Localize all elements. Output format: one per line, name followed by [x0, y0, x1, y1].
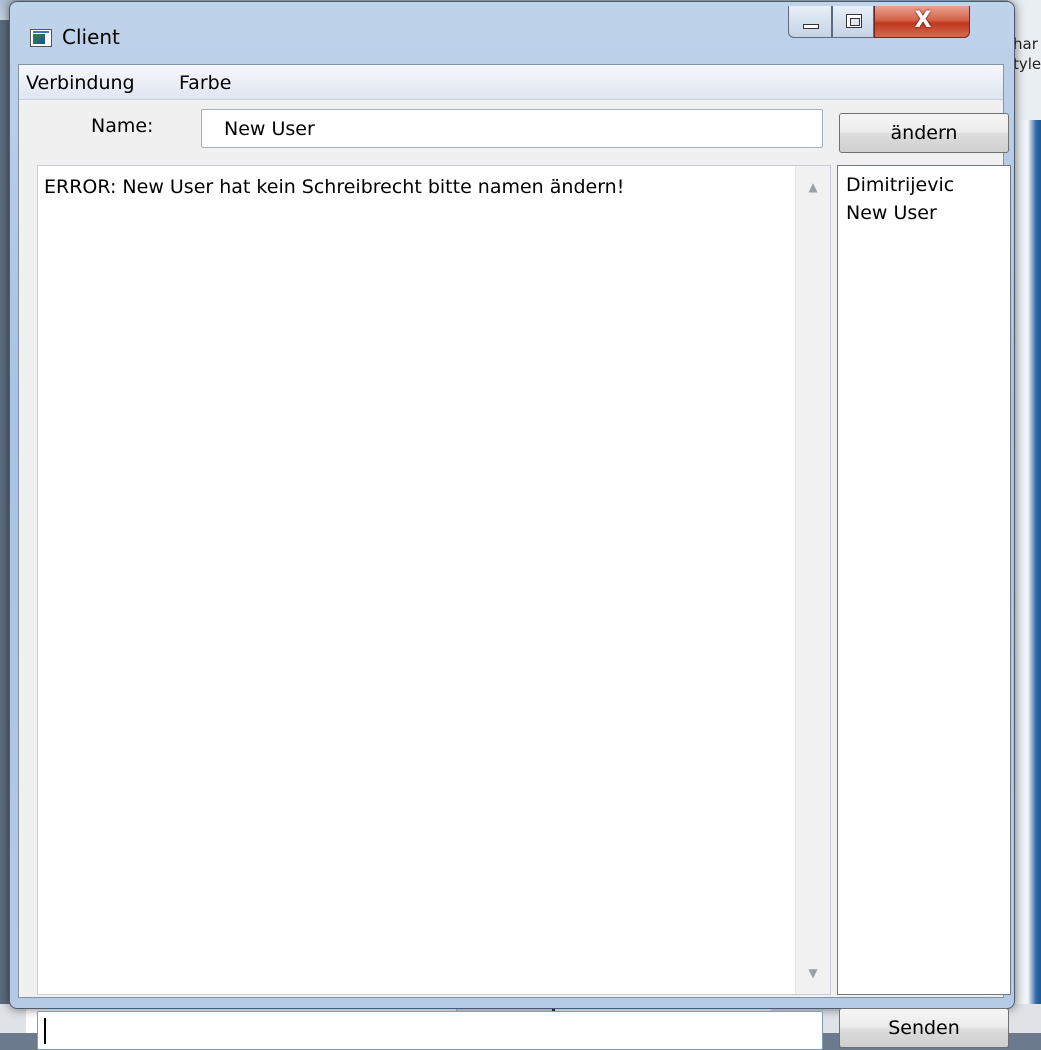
name-label: Name: — [91, 115, 154, 137]
client-window: Client X Verbindung Farbe Name: ändern E… — [9, 1, 1015, 1050]
maximize-icon — [846, 14, 862, 28]
chat-message: ERROR: New User hat kein Schreibrecht bi… — [44, 176, 625, 198]
text-caret — [44, 1018, 46, 1044]
background-text: har tyle — [1013, 34, 1041, 74]
scroll-up-arrow-icon[interactable]: ▲ — [796, 172, 830, 202]
change-name-button[interactable]: ändern — [839, 113, 1009, 153]
user-list-item[interactable]: New User — [846, 202, 937, 224]
scroll-down-arrow-icon[interactable]: ▼ — [796, 958, 830, 988]
background-text-line-2: tyle — [1013, 55, 1041, 73]
user-list[interactable]: Dimitrijevic New User — [837, 165, 1011, 995]
close-button[interactable]: X — [874, 6, 970, 38]
window-title: Client — [62, 25, 120, 49]
menu-farbe[interactable]: Farbe — [179, 72, 231, 94]
minimize-icon — [803, 24, 819, 29]
client-area: Verbindung Farbe Name: ändern ERROR: New… — [18, 64, 1011, 1050]
background-text-line-1: har — [1013, 35, 1038, 53]
menu-verbindung[interactable]: Verbindung — [26, 72, 135, 94]
name-input[interactable] — [201, 109, 823, 148]
chat-log[interactable]: ERROR: New User hat kein Schreibrecht bi… — [37, 165, 831, 995]
chat-scrollbar[interactable]: ▲ ▼ — [795, 166, 830, 994]
menu-bar: Verbindung Farbe — [19, 65, 1003, 100]
send-button[interactable]: Senden — [839, 1008, 1009, 1048]
minimize-button[interactable] — [788, 6, 832, 38]
message-input[interactable] — [37, 1011, 823, 1050]
title-bar[interactable]: Client X — [10, 2, 1014, 64]
app-window-icon[interactable] — [30, 29, 52, 47]
maximize-button[interactable] — [832, 6, 874, 38]
user-list-item[interactable]: Dimitrijevic — [846, 174, 954, 196]
close-icon: X — [914, 8, 932, 33]
caption-buttons: X — [788, 6, 1002, 42]
